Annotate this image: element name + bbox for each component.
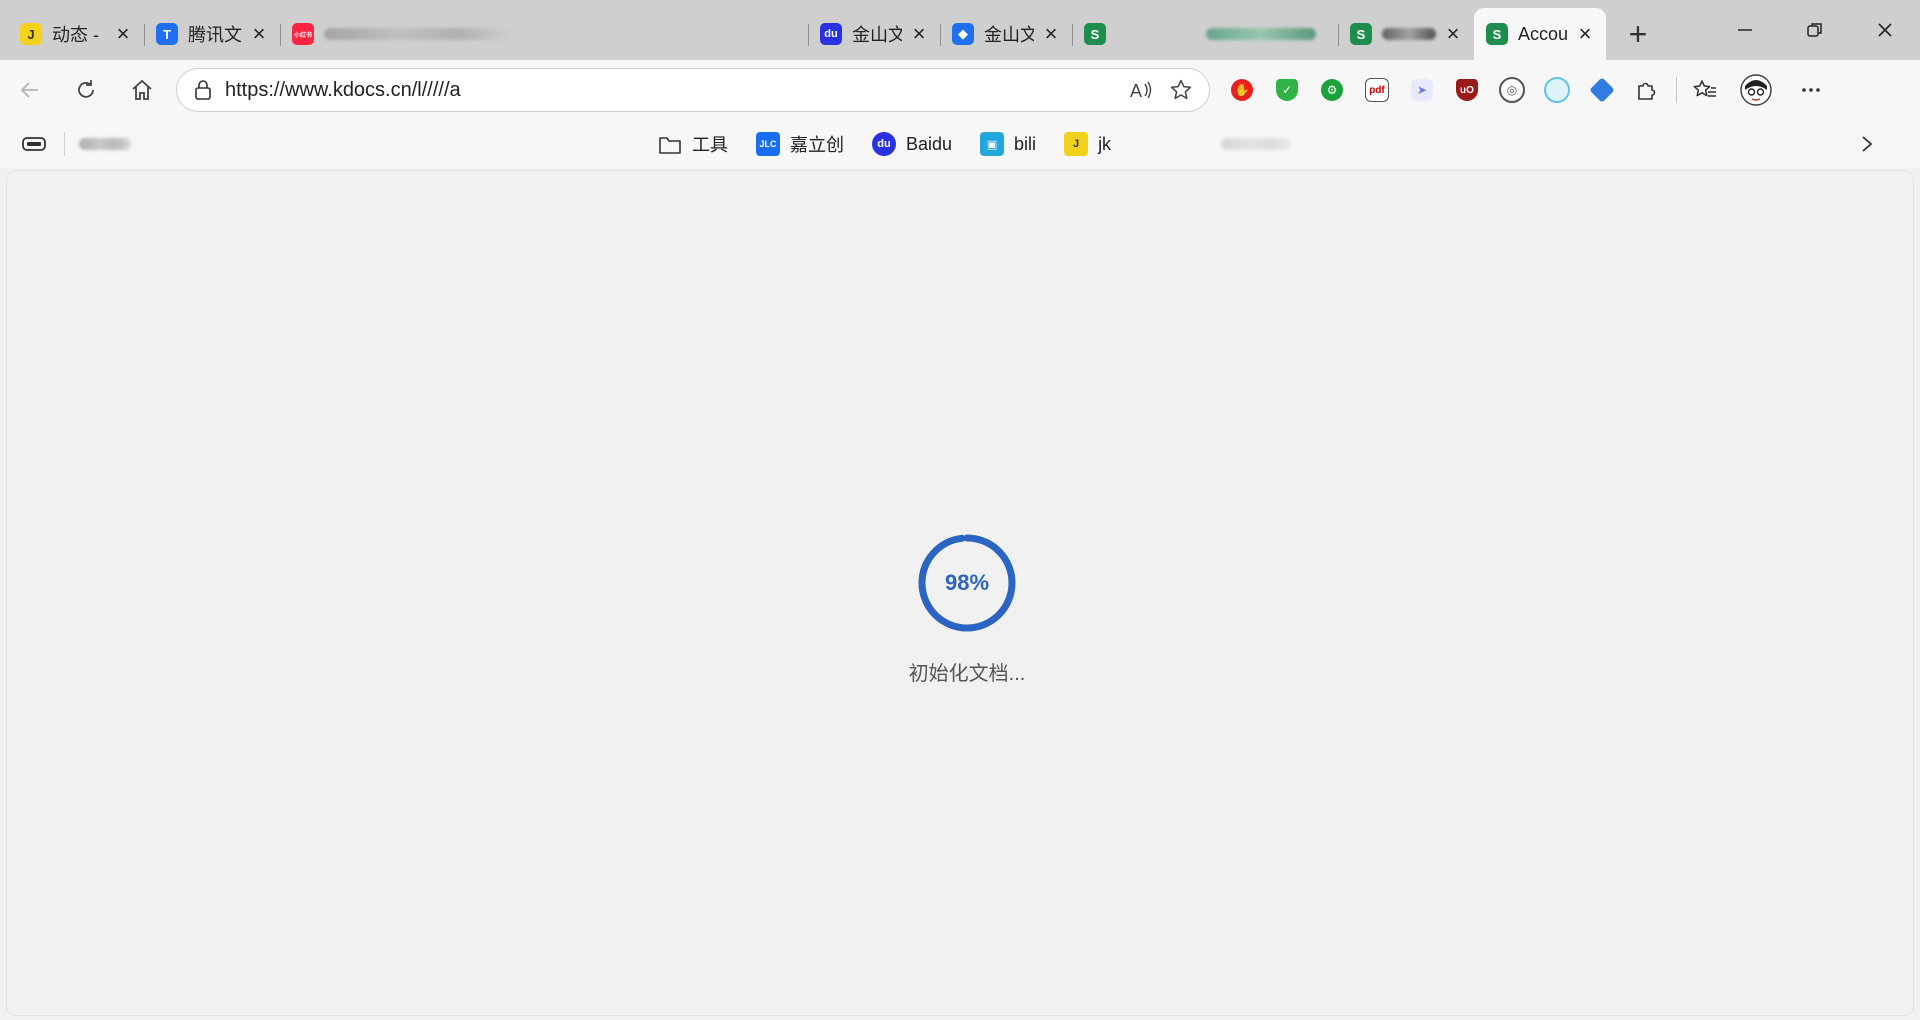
puzzle-extensions-icon[interactable] xyxy=(1629,72,1665,108)
baidu-paw-icon: du xyxy=(820,23,842,45)
tab-2[interactable]: 小红书 xyxy=(280,12,808,56)
baidu-icon: du xyxy=(872,132,896,156)
home-button[interactable] xyxy=(116,68,168,112)
restore-icon xyxy=(1807,23,1822,37)
browser-toolbar: https://www.kdocs.cn/l/////a A ✋ ✓ ⚙ pdf… xyxy=(0,60,1920,120)
loading-status-text: 初始化文档... xyxy=(908,663,1026,685)
sheet-icon: S xyxy=(1350,23,1372,45)
bookmark-label: bili xyxy=(1014,133,1037,154)
close-icon xyxy=(1878,23,1892,37)
tab-title-redacted xyxy=(324,28,514,40)
restore-button[interactable] xyxy=(1780,0,1850,60)
refresh-button[interactable] xyxy=(60,68,112,112)
tab-title-redacted xyxy=(1382,28,1436,40)
tab-close-icon[interactable]: × xyxy=(112,23,134,45)
svg-text:A: A xyxy=(1130,81,1142,101)
tab-close-icon[interactable]: × xyxy=(1040,23,1062,45)
bookmark-label: 嘉立创 xyxy=(790,135,844,155)
bookmarks-bar: 工具 JLC 嘉立创 du Baidu ▣ bili J jk xyxy=(0,120,1920,168)
jk-icon: J xyxy=(1064,132,1089,156)
tab-1[interactable]: T 腾讯文 × xyxy=(144,12,280,56)
bookmark-label: 工具 xyxy=(692,135,728,155)
tab-favicon-icon: 小红书 xyxy=(292,23,314,45)
tab-close-icon[interactable]: × xyxy=(1574,23,1596,45)
tab-7-active[interactable]: S Accou × xyxy=(1474,8,1606,60)
bookmark-label: jk xyxy=(1098,133,1112,154)
home-icon xyxy=(132,79,152,100)
tab-title: Accou xyxy=(1518,23,1568,44)
sheet-icon: S xyxy=(1486,23,1508,45)
tab-0[interactable]: J 动态 - × xyxy=(8,12,144,56)
new-tab-button[interactable]: + xyxy=(1616,12,1660,56)
tab-close-icon[interactable]: × xyxy=(1442,23,1464,45)
bookmark-folder-tools[interactable]: 工具 xyxy=(650,126,736,162)
tab-title: 动态 - xyxy=(52,25,99,45)
collections-icon[interactable] xyxy=(14,126,54,162)
minimize-icon xyxy=(1738,29,1752,31)
address-bar[interactable]: https://www.kdocs.cn/l/////a A xyxy=(176,68,1210,112)
cloud-icon[interactable] xyxy=(1539,72,1575,108)
bookmarks-divider xyxy=(64,132,65,156)
minimize-button[interactable] xyxy=(1710,0,1780,60)
tampermonkey-icon[interactable]: ⚙ xyxy=(1314,72,1350,108)
ublock-icon[interactable]: uO xyxy=(1449,72,1485,108)
bookmark-jk[interactable]: J jk xyxy=(1056,126,1119,162)
bookmark-list: 工具 JLC 嘉立创 du Baidu ▣ bili J jk xyxy=(650,120,1292,168)
tab-list: J 动态 - × T 腾讯文 × 小红书 du 金山文 × ◆ 金山文 × S xyxy=(0,0,1660,60)
bilibili-icon: ▣ xyxy=(980,132,1005,156)
tab-favicon-icon: J xyxy=(20,23,42,45)
tab-title-redacted xyxy=(1206,28,1316,40)
folder-icon xyxy=(658,132,682,156)
bookmark-label: Baidu xyxy=(906,133,953,154)
shield-check-icon[interactable]: ✓ xyxy=(1269,72,1305,108)
tab-title: 腾讯文 xyxy=(188,25,242,45)
read-aloud-icon[interactable]: A xyxy=(1123,72,1159,108)
favorites-icon[interactable] xyxy=(1687,72,1723,108)
back-button[interactable] xyxy=(4,68,56,112)
more-menu-icon[interactable] xyxy=(1793,72,1829,108)
jlc-icon: JLC xyxy=(756,132,780,156)
tab-favicon-icon: T xyxy=(156,23,178,45)
toolbar-divider xyxy=(1676,77,1677,103)
kdocs-icon: ◆ xyxy=(952,23,974,45)
paper-plane-icon[interactable]: ➤ xyxy=(1404,72,1440,108)
bookmark-redacted[interactable] xyxy=(1221,138,1292,150)
tab-title: 金山文 xyxy=(984,25,1034,45)
url-text[interactable]: https://www.kdocs.cn/l/////a xyxy=(225,79,1119,102)
cube-icon[interactable] xyxy=(1584,72,1620,108)
tab-close-icon[interactable]: × xyxy=(248,23,270,45)
profile-avatar-icon[interactable] xyxy=(1738,72,1774,108)
arrow-left-icon xyxy=(20,82,38,98)
loading-indicator: 98% 初始化文档... xyxy=(909,533,1025,686)
bookmark-baidu[interactable]: du Baidu xyxy=(864,126,960,162)
tab-4[interactable]: ◆ 金山文 × xyxy=(940,12,1072,56)
tab-title: 金山文 xyxy=(852,25,902,45)
bookmark-jlc[interactable]: JLC 嘉立创 xyxy=(748,126,852,162)
progress-ring: 98% xyxy=(917,533,1017,633)
lock-icon[interactable] xyxy=(191,78,215,102)
tab-3[interactable]: du 金山文 × xyxy=(808,12,940,56)
progress-percent: 98% xyxy=(944,570,990,595)
refresh-icon xyxy=(78,80,94,98)
window-controls xyxy=(1710,0,1920,60)
adblock-icon[interactable]: ✋ xyxy=(1224,72,1260,108)
page-content: 98% 初始化文档... xyxy=(6,170,1914,1016)
tab-6[interactable]: S × xyxy=(1338,12,1474,56)
favorite-star-icon[interactable] xyxy=(1163,72,1199,108)
tab-strip: J 动态 - × T 腾讯文 × 小红书 du 金山文 × ◆ 金山文 × S xyxy=(0,0,1920,60)
bookmarks-overflow-chevron-icon[interactable] xyxy=(1852,120,1882,168)
bookmark-redacted[interactable] xyxy=(79,138,131,150)
translate-icon[interactable]: ◎ xyxy=(1494,72,1530,108)
tab-close-icon[interactable]: × xyxy=(908,23,930,45)
pdf-icon[interactable]: pdf xyxy=(1359,72,1395,108)
close-window-button[interactable] xyxy=(1850,0,1920,60)
bookmark-bili[interactable]: ▣ bili xyxy=(972,126,1044,162)
tab-5[interactable]: S xyxy=(1072,12,1338,56)
sheet-icon: S xyxy=(1084,23,1106,45)
extensions-row: ✋ ✓ ⚙ pdf ➤ uO ◎ xyxy=(1224,72,1838,108)
